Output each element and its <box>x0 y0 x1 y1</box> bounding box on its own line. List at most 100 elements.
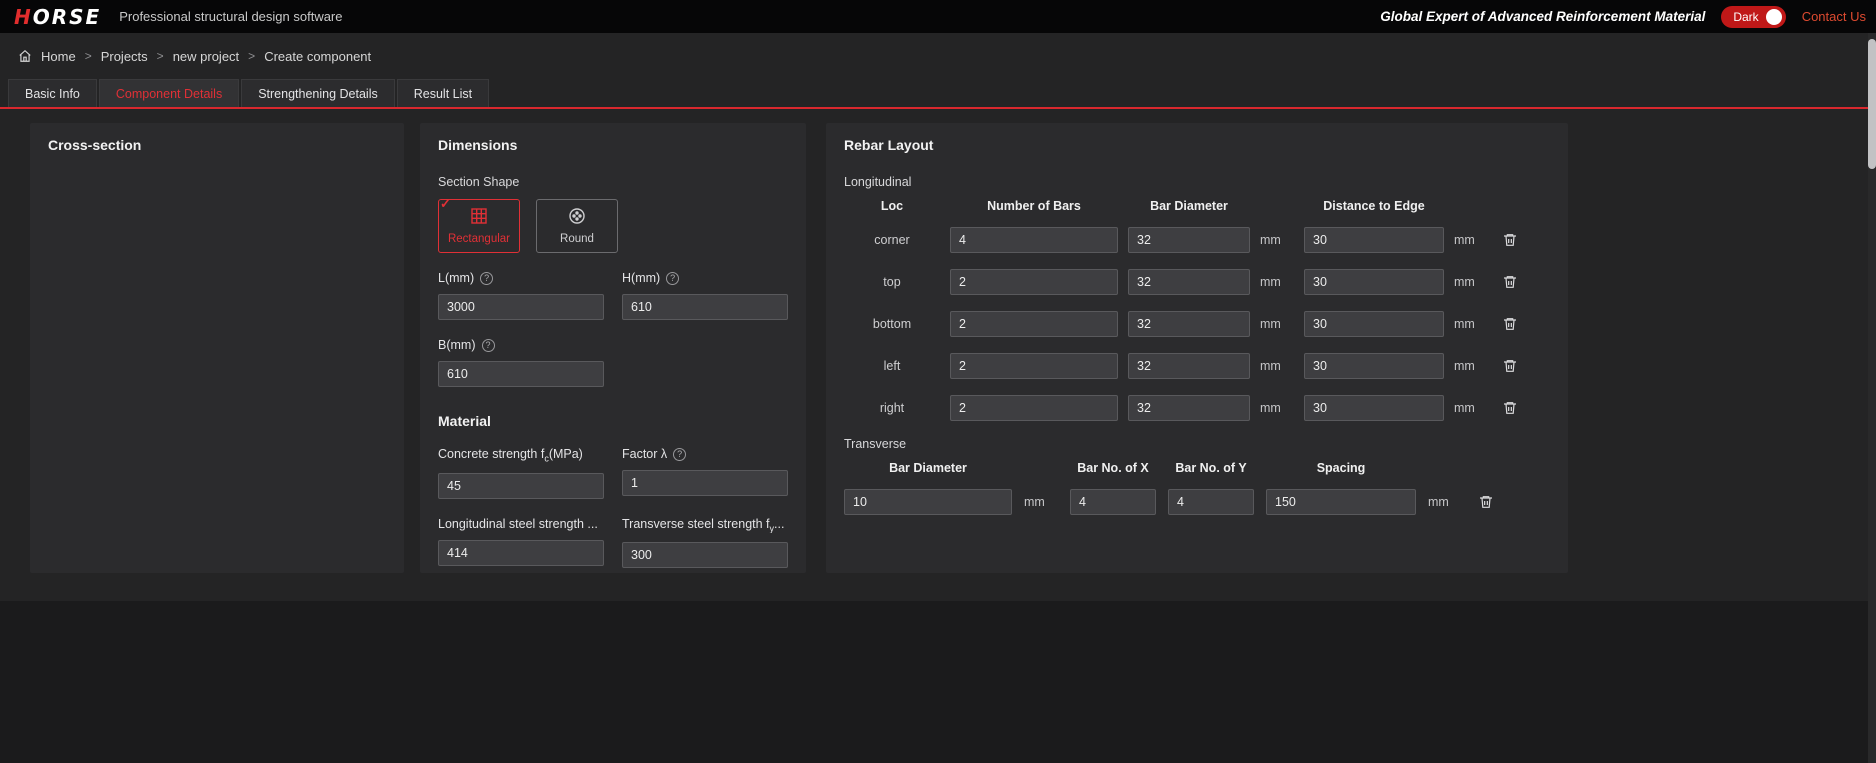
unit-label: mm <box>1454 359 1488 373</box>
breadcrumb-item-projects[interactable]: Projects <box>101 49 148 64</box>
main-content: Cross-section Dimensions Section Shape ✓… <box>0 109 1876 601</box>
longitudinal-row-top: top mm mm <box>844 269 1550 295</box>
dark-mode-toggle[interactable]: Dark <box>1721 6 1785 28</box>
col-bar-diameter: Bar Diameter <box>1128 199 1250 213</box>
help-icon[interactable]: ? <box>482 339 495 352</box>
height-label: H(mm) ? <box>622 271 788 285</box>
rebar-layout-title: Rebar Layout <box>844 137 1550 153</box>
delete-row-button[interactable] <box>1498 232 1522 248</box>
material-title: Material <box>438 413 788 429</box>
factor-lambda-field: Factor λ ? <box>622 447 788 499</box>
unit-label: mm <box>1454 233 1488 247</box>
factor-lambda-label: Factor λ ? <box>622 447 788 461</box>
col-spacing: Spacing <box>1266 461 1416 475</box>
bar-diameter-input[interactable] <box>1128 311 1250 337</box>
bar-diameter-input[interactable] <box>1128 227 1250 253</box>
cross-section-panel: Cross-section <box>30 123 404 573</box>
row-loc-label: bottom <box>844 317 940 331</box>
breadcrumb-separator: > <box>248 49 255 63</box>
shape-selector: ✓ Rectangular Round <box>438 199 788 253</box>
longitudinal-steel-label: Longitudinal steel strength ... <box>438 517 604 531</box>
help-icon[interactable]: ? <box>666 272 679 285</box>
distance-to-edge-input[interactable] <box>1304 395 1444 421</box>
tab-strengthening-details[interactable]: Strengthening Details <box>241 79 395 107</box>
tab-basic-info[interactable]: Basic Info <box>8 79 97 107</box>
transverse-steel-input[interactable] <box>622 542 788 568</box>
scrollbar[interactable] <box>1868 33 1876 763</box>
shape-round-button[interactable]: Round <box>536 199 618 253</box>
longitudinal-steel-input[interactable] <box>438 540 604 566</box>
distance-to-edge-input[interactable] <box>1304 269 1444 295</box>
breadcrumb-separator: > <box>85 49 92 63</box>
col-loc: Loc <box>844 199 940 213</box>
dimensions-title: Dimensions <box>438 137 788 153</box>
bar-diameter-input[interactable] <box>1128 395 1250 421</box>
delete-row-button[interactable] <box>1474 494 1498 510</box>
tab-component-details[interactable]: Component Details <box>99 79 239 107</box>
distance-to-edge-input[interactable] <box>1304 311 1444 337</box>
longitudinal-header-row: Loc Number of Bars Bar Diameter Distance… <box>844 199 1550 213</box>
rebar-layout-panel: Rebar Layout Longitudinal Loc Number of … <box>826 123 1568 573</box>
delete-row-button[interactable] <box>1498 316 1522 332</box>
spacing-input[interactable] <box>1266 489 1416 515</box>
logo-text: ORSE <box>33 5 101 29</box>
cross-section-title: Cross-section <box>48 137 386 153</box>
bar-diameter-input[interactable] <box>1128 353 1250 379</box>
unit-label: mm <box>1260 233 1294 247</box>
concrete-strength-input[interactable] <box>438 473 604 499</box>
row-loc-label: right <box>844 401 940 415</box>
shape-rectangular-button[interactable]: ✓ Rectangular <box>438 199 520 253</box>
home-icon[interactable] <box>18 49 32 63</box>
col-bar-no-x: Bar No. of X <box>1070 461 1156 475</box>
width-label: B(mm) ? <box>438 338 604 352</box>
number-of-bars-input[interactable] <box>950 269 1118 295</box>
longitudinal-row-corner: corner mm mm <box>844 227 1550 253</box>
scrollbar-thumb[interactable] <box>1868 39 1876 169</box>
shape-rectangular-label: Rectangular <box>448 233 510 245</box>
app-logo[interactable]: HORSE <box>14 5 101 29</box>
tab-result-list[interactable]: Result List <box>397 79 489 107</box>
breadcrumb-item-home[interactable]: Home <box>41 49 76 64</box>
delete-row-button[interactable] <box>1498 400 1522 416</box>
breadcrumb: Home > Projects > new project > Create c… <box>0 33 1876 79</box>
number-of-bars-input[interactable] <box>950 353 1118 379</box>
unit-label: mm <box>1428 495 1462 509</box>
bar-no-x-input[interactable] <box>1070 489 1156 515</box>
concrete-strength-label: Concrete strength fc(MPa) <box>438 447 604 464</box>
length-label: L(mm) ? <box>438 271 604 285</box>
contact-us-link[interactable]: Contact Us <box>1802 9 1868 24</box>
transverse-bar-diameter-input[interactable] <box>844 489 1012 515</box>
row-loc-label: left <box>844 359 940 373</box>
help-icon[interactable]: ? <box>480 272 493 285</box>
col-number-of-bars: Number of Bars <box>950 199 1118 213</box>
transverse-steel-field: Transverse steel strength fy... <box>622 517 788 569</box>
dark-mode-label: Dark <box>1733 10 1758 24</box>
dimensions-panel: Dimensions Section Shape ✓ Rectangular <box>420 123 806 573</box>
width-input[interactable] <box>438 361 604 387</box>
delete-row-button[interactable] <box>1498 358 1522 374</box>
brand-slogan: Global Expert of Advanced Reinforcement … <box>1380 9 1705 24</box>
delete-row-button[interactable] <box>1498 274 1522 290</box>
unit-label: mm <box>1260 275 1294 289</box>
distance-to-edge-input[interactable] <box>1304 227 1444 253</box>
help-icon[interactable]: ? <box>673 448 686 461</box>
longitudinal-row-right: right mm mm <box>844 395 1550 421</box>
unit-label: mm <box>1260 401 1294 415</box>
number-of-bars-input[interactable] <box>950 311 1118 337</box>
top-bar: HORSE Professional structural design sof… <box>0 0 1876 33</box>
length-input[interactable] <box>438 294 604 320</box>
height-input[interactable] <box>622 294 788 320</box>
transverse-row: mm mm <box>844 489 1550 515</box>
number-of-bars-input[interactable] <box>950 227 1118 253</box>
bar-diameter-input[interactable] <box>1128 269 1250 295</box>
distance-to-edge-input[interactable] <box>1304 353 1444 379</box>
col-bar-no-y: Bar No. of Y <box>1168 461 1254 475</box>
unit-label: mm <box>1260 359 1294 373</box>
length-field: L(mm) ? <box>438 271 604 320</box>
number-of-bars-input[interactable] <box>950 395 1118 421</box>
row-loc-label: corner <box>844 233 940 247</box>
section-shape-label: Section Shape <box>438 175 788 189</box>
factor-lambda-input[interactable] <box>622 470 788 496</box>
bar-no-y-input[interactable] <box>1168 489 1254 515</box>
breadcrumb-item-project[interactable]: new project <box>173 49 239 64</box>
